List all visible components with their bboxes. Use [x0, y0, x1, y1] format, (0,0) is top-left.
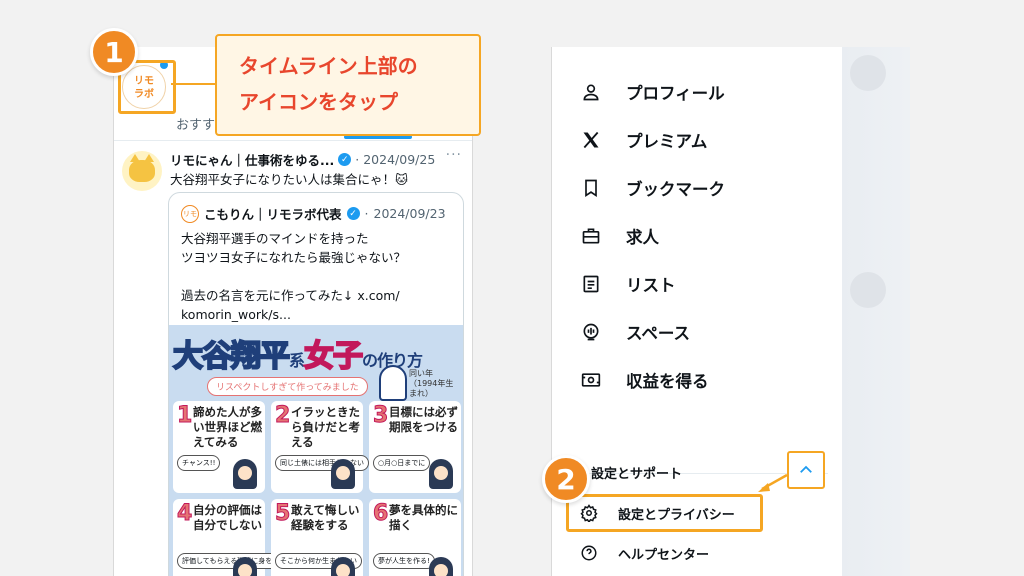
character-icon [429, 557, 453, 576]
character-icon [233, 557, 257, 576]
menu-item-premium[interactable]: プレミアム [580, 125, 707, 155]
callout-line-2: アイコンをタップ [239, 90, 398, 114]
tab-recommended[interactable]: おすす [176, 114, 215, 133]
cell-text: イラッときたら負けだと考える [291, 405, 360, 449]
menu-item-lists[interactable]: リスト [580, 269, 676, 299]
infographic-cell: 1 諦めた人が多い世界ほど燃えてみる チャンス!! [173, 401, 265, 493]
tweet-avatar[interactable] [122, 151, 162, 191]
quote-line [181, 267, 406, 286]
infographic-title-joshi: 女子 [303, 338, 364, 375]
cell-text: 敢えて悔しい経験をする [291, 503, 360, 532]
quote-date: 2024/09/23 [373, 206, 446, 221]
divider [114, 140, 472, 141]
callout-connector [171, 83, 217, 85]
step-2-badge: 2 [542, 455, 590, 503]
quote-line: komorin_work/s... [181, 307, 291, 322]
money-icon [580, 369, 602, 391]
infographic-cell: 4 自分の評価は自分でしない 評価してもらえる環境に身を置け! [173, 499, 295, 576]
quote-author-name: こもりん｜リモラボ代表 [204, 207, 342, 222]
spaces-icon [580, 321, 602, 343]
cell-number: 3 [372, 403, 389, 429]
step-1-badge: 1 [90, 28, 138, 76]
character-icon [429, 459, 453, 489]
cell-text: 夢を具体的に描く [389, 503, 458, 532]
menu-item-profile[interactable]: プロフィール [580, 77, 725, 107]
tweet-separator: · [355, 152, 360, 167]
tweet-date[interactable]: 2024/09/25 [363, 152, 435, 167]
menu-label: リスト [626, 276, 676, 295]
blurred-avatar [850, 272, 886, 308]
menu-item-help-center[interactable]: ヘルプセンター [580, 540, 709, 566]
quote-separator: · [364, 206, 369, 221]
tweet-header: リモにゃん｜仕事術をゆる... ✓ · 2024/09/25 [170, 150, 435, 169]
cell-text: 自分の評価は自分でしない [193, 503, 262, 532]
menu-label: プレミアム [626, 132, 708, 151]
infographic-cell: 3 目標には必ず期限をつける ○月○日までに [369, 401, 461, 493]
tweet-text: 大谷翔平女子になりたい人は集合にゃ！🐱 [170, 172, 409, 187]
cell-number: 1 [176, 403, 193, 429]
briefcase-icon [580, 225, 602, 247]
quote-line: ツヨツヨ女子になれたら最強じゃない？ [181, 250, 407, 265]
quote-avatar: リモ [181, 204, 199, 223]
infographic-title-kei: 系 [289, 351, 305, 370]
chevron-up-icon [800, 465, 812, 473]
menu-label: プロフィール [626, 84, 725, 103]
menu-label: 収益を得る [626, 372, 709, 391]
tweet-author-name[interactable]: リモにゃん｜仕事術をゆる... [170, 150, 334, 169]
cell-bubble: 夢が人生を作る! [373, 553, 435, 569]
help-icon [580, 544, 598, 562]
menu-label: ヘルプセンター [618, 547, 710, 563]
player-illustration-icon [379, 365, 407, 401]
instruction-callout: タイムライン上部の アイコンをタップ [215, 34, 481, 136]
character-icon [331, 557, 355, 576]
infographic-subtitle: リスペクトしすぎて作ってみました [207, 377, 368, 396]
character-icon [233, 459, 257, 489]
cell-number: 2 [274, 403, 291, 429]
cell-number: 6 [372, 501, 389, 527]
highlight-box-settings [566, 494, 763, 532]
verified-badge-icon: ✓ [346, 207, 360, 220]
quote-text: 大谷翔平選手のマインドを持った ツヨツヨ女子になれたら最強じゃない？ 過去の名言… [181, 229, 406, 324]
verified-badge-icon: ✓ [338, 153, 352, 166]
infographic-image[interactable]: 大谷翔平系女子の作り方 リスペクトしすぎて作ってみました 同い年（1994年生ま… [169, 325, 463, 576]
quote-header: リモ こもりん｜リモラボ代表 ✓ · 2024/09/23 [181, 204, 446, 223]
quoted-tweet[interactable]: リモ こもりん｜リモラボ代表 ✓ · 2024/09/23 大谷翔平選手のマイン… [168, 192, 464, 576]
menu-label: 求人 [626, 228, 659, 247]
menu-item-jobs[interactable]: 求人 [580, 221, 659, 251]
infographic-cell: 2 イラッときたら負けだと考える 同じ土俵には相手しかない [271, 401, 369, 493]
section-settings-support[interactable]: 設定とサポート [591, 463, 682, 482]
menu-item-bookmarks[interactable]: ブックマーク [580, 173, 725, 203]
cat-avatar-icon [129, 154, 155, 182]
menu-item-monetization[interactable]: 収益を得る [580, 365, 709, 395]
x-logo-icon [580, 129, 602, 151]
cell-number: 5 [274, 501, 291, 527]
list-icon [580, 273, 602, 295]
callout-line-1: タイムライン上部の [239, 54, 418, 78]
background-timeline-overlay [842, 47, 910, 576]
menu-item-spaces[interactable]: スペース [580, 317, 690, 347]
blurred-avatar [850, 55, 886, 91]
character-icon [331, 459, 355, 489]
menu-label: スペース [626, 324, 691, 343]
cell-bubble: ○月○日までに [373, 455, 431, 471]
collapse-chevron-button[interactable] [787, 451, 825, 489]
cell-text: 諦めた人が多い世界ほど燃えてみる [193, 405, 262, 449]
cell-bubble: チャンス!! [177, 455, 221, 471]
cell-number: 4 [176, 501, 193, 527]
bookmark-icon [580, 177, 602, 199]
menu-label: ブックマーク [626, 180, 725, 199]
more-options-icon[interactable]: ··· [446, 147, 462, 163]
person-icon [580, 81, 602, 103]
cell-text: 目標には必ず期限をつける [389, 405, 458, 434]
infographic-note: 同い年（1994年生まれ） [409, 369, 454, 398]
infographic-title-main: 大谷翔平 [172, 338, 291, 375]
infographic-cell: 5 敢えて悔しい経験をする そこから何か生まれない [271, 499, 363, 576]
quote-line: 大谷翔平選手のマインドを持った [181, 231, 369, 246]
infographic-cell: 6 夢を具体的に描く 夢が人生を作る! [369, 499, 461, 576]
quote-line: 過去の名言を元に作ってみた↓ x.com/ [181, 288, 400, 303]
